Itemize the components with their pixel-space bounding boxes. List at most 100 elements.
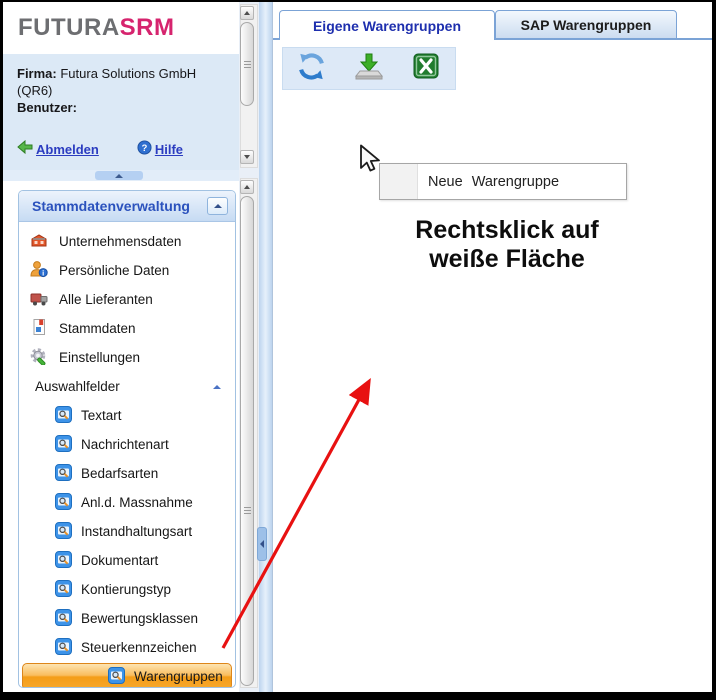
nav-subitem-label: Nachrichtenart [81, 437, 169, 452]
lookup-icon [55, 464, 72, 484]
lookup-icon [55, 406, 72, 426]
nav-item-alle-lieferanten[interactable]: Alle Lieferanten [19, 285, 235, 314]
scroll-down-button[interactable] [240, 150, 254, 164]
app-logo: FUTURASRM [18, 14, 175, 42]
nav-header-title: Stammdatenverwaltung [32, 198, 190, 214]
tab-eigene-warengruppen[interactable]: Eigene Warengruppen [279, 10, 495, 40]
tab-sap-warengruppen[interactable]: SAP Warengruppen [495, 10, 677, 39]
nav-item-stammdaten[interactable]: Stammdaten [19, 314, 235, 343]
nav-subitem-anl-d-massnahme[interactable]: Anl.d. Massnahme [19, 488, 235, 517]
nav-subitem-label: Steuerkennzeichen [81, 640, 197, 655]
triangle-up-icon [244, 185, 250, 189]
logout-arrow-icon [17, 140, 33, 159]
lookup-icon [55, 435, 72, 455]
nav-subitem-nachrichtenart[interactable]: Nachrichtenart [19, 430, 235, 459]
logo-text-futura: FUTURA [18, 14, 120, 41]
nav-subitem-label: Dokumentart [81, 553, 158, 568]
export-download-button[interactable] [353, 53, 385, 85]
lookup-icon [55, 638, 72, 658]
firma-label: Firma: [17, 66, 57, 81]
nav-subitem-textart[interactable]: Textart [19, 401, 235, 430]
nav-item-label: Einstellungen [59, 350, 140, 365]
scrollbar-thumb[interactable] [240, 196, 254, 686]
nav-item-unternehmensdaten[interactable]: Unternehmensdaten [19, 227, 235, 256]
triangle-left-icon [260, 540, 264, 548]
settings-icon [30, 347, 48, 368]
nav-item-label: Alle Lieferanten [59, 292, 153, 307]
nav-subitem-label: Bedarfsarten [81, 466, 158, 481]
nav-subitem-dokumentart[interactable]: Dokumentart [19, 546, 235, 575]
scrollbar-thumb[interactable] [240, 22, 254, 106]
nav-panel-header[interactable]: Stammdatenverwaltung [19, 191, 235, 222]
refresh-button[interactable] [296, 53, 328, 85]
svg-text:?: ? [141, 143, 147, 153]
nav-subitem-kontierungstyp[interactable]: Kontierungstyp [19, 575, 235, 604]
panel-collapse-button[interactable] [207, 197, 228, 215]
scroll-up-button[interactable] [240, 6, 254, 20]
horizontal-splitter[interactable] [3, 170, 239, 181]
svg-text:i: i [42, 269, 44, 278]
triangle-up-icon [244, 11, 250, 15]
lookup-icon [55, 609, 72, 629]
instruction-line-1: Rechtsklick auf [307, 216, 707, 245]
lookup-icon [55, 551, 72, 571]
company-icon [30, 231, 48, 252]
nav-subitem-label: Bewertungsklassen [81, 611, 198, 626]
excel-export-button[interactable] [410, 53, 442, 85]
chevron-up-icon [115, 174, 123, 178]
logout-link[interactable]: Abmelden [17, 140, 99, 159]
scrollbar-grip [244, 507, 251, 514]
help-icon: ? [137, 140, 152, 159]
person-icon: i [30, 260, 48, 281]
help-label: Hilfe [155, 141, 183, 158]
instruction-line-2: weiße Fläche [307, 245, 707, 274]
app-content: FUTURASRM Firma: Futura Solutions GmbH (… [3, 2, 712, 692]
logout-label: Abmelden [36, 141, 99, 158]
nav-subitem-warengruppen-selected[interactable]: Warengruppen [22, 663, 232, 688]
vertical-splitter[interactable] [259, 2, 272, 692]
nav-subitem-instandhaltungsart[interactable]: Instandhaltungsart [19, 517, 235, 546]
suppliers-icon [30, 289, 48, 310]
mouse-cursor-icon [358, 144, 382, 179]
nav-subitem-label: Anl.d. Massnahme [81, 495, 193, 510]
help-link[interactable]: ? Hilfe [137, 140, 183, 159]
nav-subitem-steuerkennzeichen[interactable]: Steuerkennzeichen [19, 633, 235, 662]
nav-item-label: Persönliche Daten [59, 263, 169, 278]
app-window: FUTURASRM Firma: Futura Solutions GmbH (… [0, 0, 716, 700]
nav-item-einstellungen[interactable]: Einstellungen [19, 343, 235, 372]
tab-label: Eigene Warengruppen [313, 18, 461, 34]
collapse-sidebar-handle[interactable] [257, 527, 267, 561]
firma-line: Firma: Futura Solutions GmbH (QR6) [17, 65, 225, 99]
scrollbar-grip [244, 61, 251, 68]
main-panel: Eigene Warengruppen SAP Warengruppen [272, 2, 712, 692]
triangle-up-icon [213, 385, 221, 389]
benutzer-line: Benutzer: [17, 99, 225, 116]
nav-item-persoenliche-daten[interactable]: i Persönliche Daten [19, 256, 235, 285]
nav-item-label: Stammdaten [59, 321, 136, 336]
nav-subitem-label: Textart [81, 408, 122, 423]
toolbar [282, 47, 456, 90]
triangle-down-icon [244, 155, 250, 159]
benutzer-label: Benutzer: [17, 100, 77, 115]
context-menu-icon-gutter [380, 164, 418, 199]
refresh-icon [297, 52, 326, 86]
user-info-panel: Firma: Futura Solutions GmbH (QR6) Benut… [3, 54, 239, 170]
tab-label: SAP Warengruppen [521, 17, 652, 33]
logo-text-srm: SRM [120, 14, 175, 41]
nav-subitem-bedarfsarten[interactable]: Bedarfsarten [19, 459, 235, 488]
instruction-text: Rechtsklick auf weiße Fläche [307, 216, 707, 274]
menu-item-neue-warengruppe[interactable]: Neue Warengruppe [418, 164, 626, 199]
nav-subitem-bewertungsklassen[interactable]: Bewertungsklassen [19, 604, 235, 633]
nav-section-auswahlfelder[interactable]: Auswahlfelder [19, 372, 235, 401]
chevron-up-icon [214, 204, 222, 208]
scroll-up-button[interactable] [240, 180, 254, 194]
nav-subitem-label: Kontierungstyp [81, 582, 171, 597]
logo-row: FUTURASRM [3, 2, 239, 54]
lookup-icon [55, 493, 72, 513]
export-download-icon [355, 52, 383, 85]
menu-item-label: Neue Warengruppe [428, 174, 559, 190]
nav-subitem-label: Warengruppen [134, 669, 223, 684]
sidebar-scrollbar-column [239, 2, 259, 692]
nav-item-label: Unternehmensdaten [59, 234, 181, 249]
splitter-collapse-handle[interactable] [95, 171, 143, 180]
